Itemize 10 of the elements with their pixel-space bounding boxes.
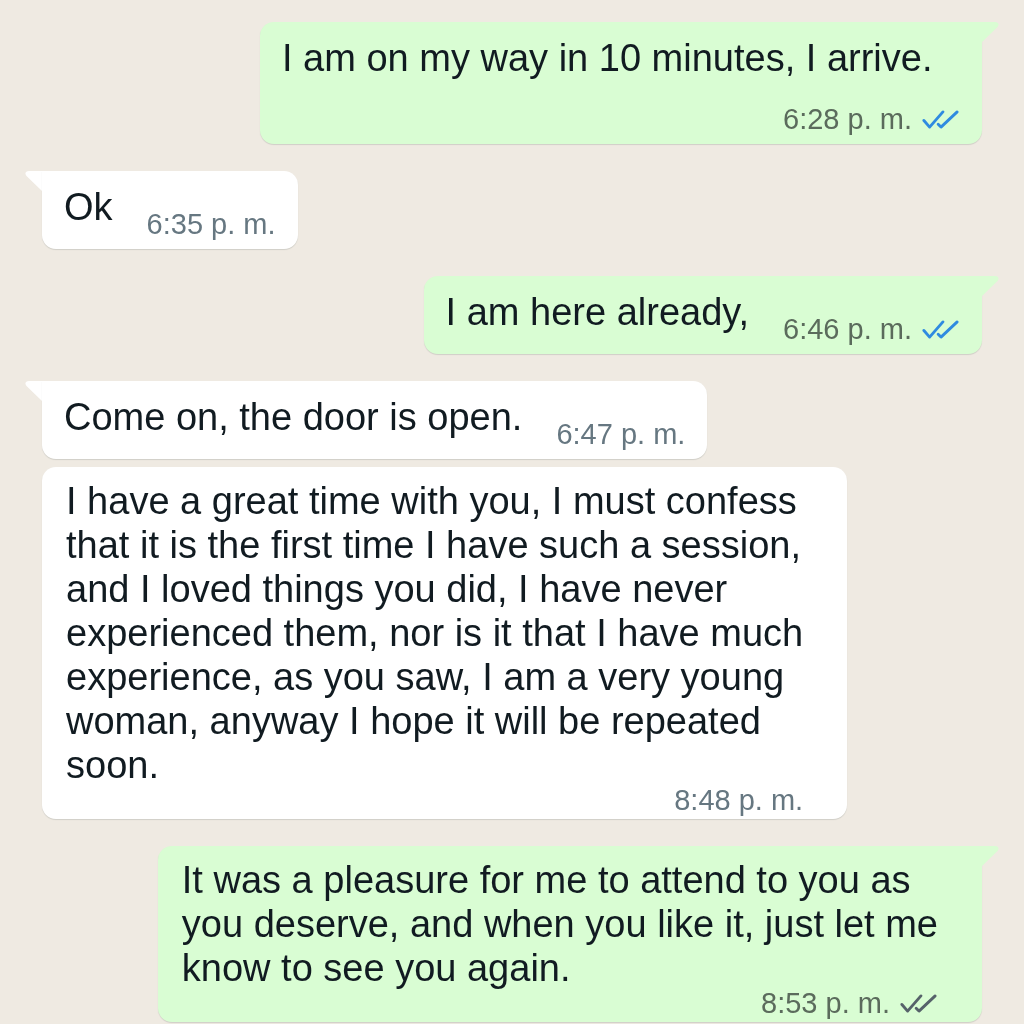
message-text: I am on my way in 10 minutes, I arrive. [282, 36, 934, 80]
message-time: 6:46 p. m. [783, 314, 912, 344]
message-time: 6:28 p. m. [783, 104, 912, 134]
message-text: I am here already, [445, 290, 750, 334]
message-time: 6:35 p. m. [146, 209, 276, 239]
message-text: I have a great time with you, I must confess that it is the first time I have such a session, and I loved things you did, I have never experienced them, nor is it that I have much experience, as you saw, I am a very young woman, anyway I hope it will be repeated soon. [66, 479, 804, 787]
message-time: 6:47 p. m. [556, 419, 686, 449]
message-text: Come on, the door is open. [64, 395, 523, 439]
message-text: It was a pleasure for me to attend to you as you deserve, and when you like it, just let me know to see you again. [181, 858, 938, 990]
message-text: Ok [64, 185, 113, 229]
